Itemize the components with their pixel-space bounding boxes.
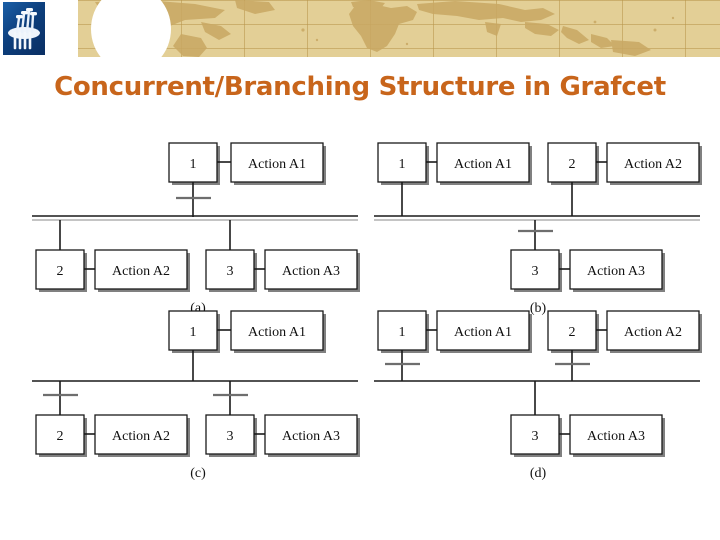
step-number: 2 xyxy=(569,157,576,172)
diagram-a-step-1: 1 Action A1 xyxy=(168,142,326,185)
banner-white-notch xyxy=(91,0,171,57)
logo-pipes-icon xyxy=(8,8,40,50)
action-label: Action A2 xyxy=(624,157,682,172)
step-number: 3 xyxy=(227,429,234,444)
diagram-d-step-3: 3 Action A3 xyxy=(510,414,665,457)
diagram-d: 1 Action A1 2 Action A2 3 Action A3 (d) xyxy=(374,310,702,480)
grafcet-branching-figure: .bx { fill:#ffffff; stroke:#1a1a1a; stro… xyxy=(0,130,720,480)
institution-logo xyxy=(3,2,45,55)
diagram-c-step-2: 2 Action A2 xyxy=(35,414,190,457)
step-number: 3 xyxy=(532,264,539,279)
step-number: 3 xyxy=(227,264,234,279)
diagram-caption: (b) xyxy=(530,301,547,316)
diagram-c: 1 Action A1 2 Action A2 3 Action A3 (c) xyxy=(32,310,360,480)
diagram-b-step-1: 1 Action A1 xyxy=(377,142,532,185)
world-map-banner xyxy=(55,0,720,57)
step-number: 1 xyxy=(190,325,197,340)
step-number: 1 xyxy=(190,157,197,172)
diagram-caption: (c) xyxy=(190,466,206,480)
action-label: Action A1 xyxy=(454,325,512,340)
action-label: Action A3 xyxy=(587,429,645,444)
step-number: 1 xyxy=(399,325,406,340)
diagram-d-step-1: 1 Action A1 xyxy=(377,310,532,353)
step-number: 2 xyxy=(569,325,576,340)
action-label: Action A2 xyxy=(112,264,170,279)
diagram-a-step-2: 2 Action A2 xyxy=(35,249,190,292)
step-number: 2 xyxy=(57,264,64,279)
page-title: Concurrent/Branching Structure in Grafce… xyxy=(54,72,666,102)
action-label: Action A1 xyxy=(248,325,306,340)
diagram-b-step-3: 3 Action A3 xyxy=(510,249,665,292)
grafcet-diagram-svg: .bx { fill:#ffffff; stroke:#1a1a1a; stro… xyxy=(32,142,702,480)
diagram-a-double-rail xyxy=(32,215,358,221)
diagram-b: 1 Action A1 2 Action A2 3 Action A3 (b) xyxy=(374,142,702,316)
action-label: Action A1 xyxy=(248,157,306,172)
step-number: 3 xyxy=(532,429,539,444)
action-label: Action A3 xyxy=(587,264,645,279)
diagram-c-step-1: 1 Action A1 xyxy=(168,310,326,353)
step-number: 2 xyxy=(57,429,64,444)
diagram-c-step-3: 3 Action A3 xyxy=(205,414,360,457)
step-number: 1 xyxy=(399,157,406,172)
diagram-a-step-3: 3 Action A3 xyxy=(205,249,360,292)
action-label: Action A3 xyxy=(282,429,340,444)
action-label: Action A2 xyxy=(624,325,682,340)
diagram-d-step-2: 2 Action A2 xyxy=(547,310,702,353)
action-label: Action A1 xyxy=(454,157,512,172)
diagram-a: 1 Action A1 2 Action A2 3 Action A3 (a) xyxy=(32,142,360,316)
diagram-b-double-rail xyxy=(374,215,700,221)
diagram-b-step-2: 2 Action A2 xyxy=(547,142,702,185)
action-label: Action A2 xyxy=(112,429,170,444)
slide-banner xyxy=(0,0,720,57)
action-label: Action A3 xyxy=(282,264,340,279)
diagram-caption: (d) xyxy=(530,466,547,480)
